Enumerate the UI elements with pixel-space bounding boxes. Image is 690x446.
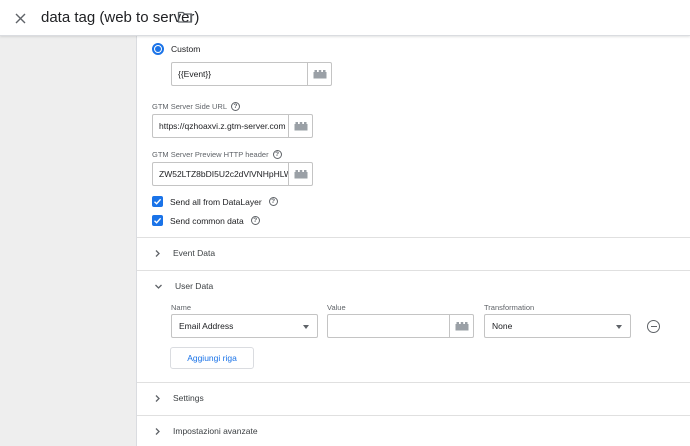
close-button[interactable] [10,8,30,28]
variable-picker-button[interactable] [449,315,473,337]
folder-icon[interactable] [177,9,193,25]
column-header-transformation: Transformation [484,303,535,312]
section-settings[interactable]: Settings [154,393,204,403]
help-icon[interactable]: ? [268,197,278,206]
variable-picker-button[interactable] [288,163,312,185]
preview-header-label: GTM Server Preview HTTP header ? [152,150,282,159]
server-url-label: GTM Server Side URL ? [152,102,241,111]
custom-event-field[interactable]: {{Event}} [171,62,332,86]
top-bar: data tag (web to server) [0,0,690,36]
server-url-value[interactable]: https://qzhoaxvi.z.gtm-server.com [153,115,288,137]
variable-picker-button[interactable] [288,115,312,137]
help-icon[interactable]: ? [272,150,282,159]
chevron-down-icon [155,284,162,289]
section-user-data-label: User Data [175,281,214,291]
section-advanced-settings[interactable]: Impostazioni avanzate [154,426,258,436]
divider [137,270,690,271]
section-event-data-label: Event Data [173,248,216,258]
radio-selected-icon [152,43,164,55]
divider [137,415,690,416]
dropdown-arrow-icon [303,325,309,329]
chevron-right-icon [155,249,160,257]
chevron-right-icon [155,427,160,435]
variable-brick-icon [294,170,307,179]
server-url-field[interactable]: https://qzhoaxvi.z.gtm-server.com [152,114,313,138]
variable-picker-button[interactable] [307,63,331,85]
section-user-data[interactable]: User Data [154,281,213,291]
checkbox-checked-icon [152,215,163,226]
preview-header-value[interactable]: ZW52LTZ8bDI5U2c2dVlVNHpHLWwzd [153,163,288,185]
custom-event-value[interactable]: {{Event}} [172,63,307,85]
server-url-label-text: GTM Server Side URL [152,102,228,111]
add-row-button[interactable]: Aggiungi riga [170,347,254,369]
help-icon[interactable]: ? [231,102,241,111]
user-data-transformation-select[interactable]: None [484,314,631,338]
variable-brick-icon [294,122,307,131]
section-settings-label: Settings [173,393,204,403]
variable-brick-icon [455,322,468,331]
user-data-name-select[interactable]: Email Address [171,314,318,338]
divider [137,382,690,383]
column-header-name: Name [171,303,192,312]
custom-radio-label: Custom [171,44,201,54]
column-header-value: Value [327,303,346,312]
section-event-data[interactable]: Event Data [154,248,215,258]
user-data-value[interactable] [328,315,449,337]
send-all-datalayer-label: Send all from DataLayer [170,196,262,207]
preview-header-field[interactable]: ZW52LTZ8bDI5U2c2dVlVNHpHLWwzd [152,162,313,186]
user-data-value-field[interactable] [327,314,474,338]
close-icon [15,13,25,23]
variable-brick-icon [313,70,326,79]
send-common-data-label: Send common data [170,215,244,226]
remove-row-icon[interactable] [647,320,660,333]
send-all-datalayer-checkbox[interactable]: Send all from DataLayer ? [152,196,278,207]
dropdown-arrow-icon [616,325,622,329]
help-icon[interactable]: ? [250,216,260,225]
preview-header-label-text: GTM Server Preview HTTP header [152,150,269,159]
divider [137,237,690,238]
send-common-data-checkbox[interactable]: Send common data ? [152,215,260,226]
user-data-name-value: Email Address [179,321,234,331]
custom-radio-option[interactable]: Custom [152,43,200,55]
tag-config-card: Custom {{Event}} GTM Server Side URL ? h… [136,36,690,446]
section-advanced-settings-label: Impostazioni avanzate [173,426,258,436]
checkbox-checked-icon [152,196,163,207]
chevron-right-icon [155,394,160,402]
page-title[interactable]: data tag (web to server) [41,8,199,28]
user-data-transformation-value: None [492,321,513,331]
